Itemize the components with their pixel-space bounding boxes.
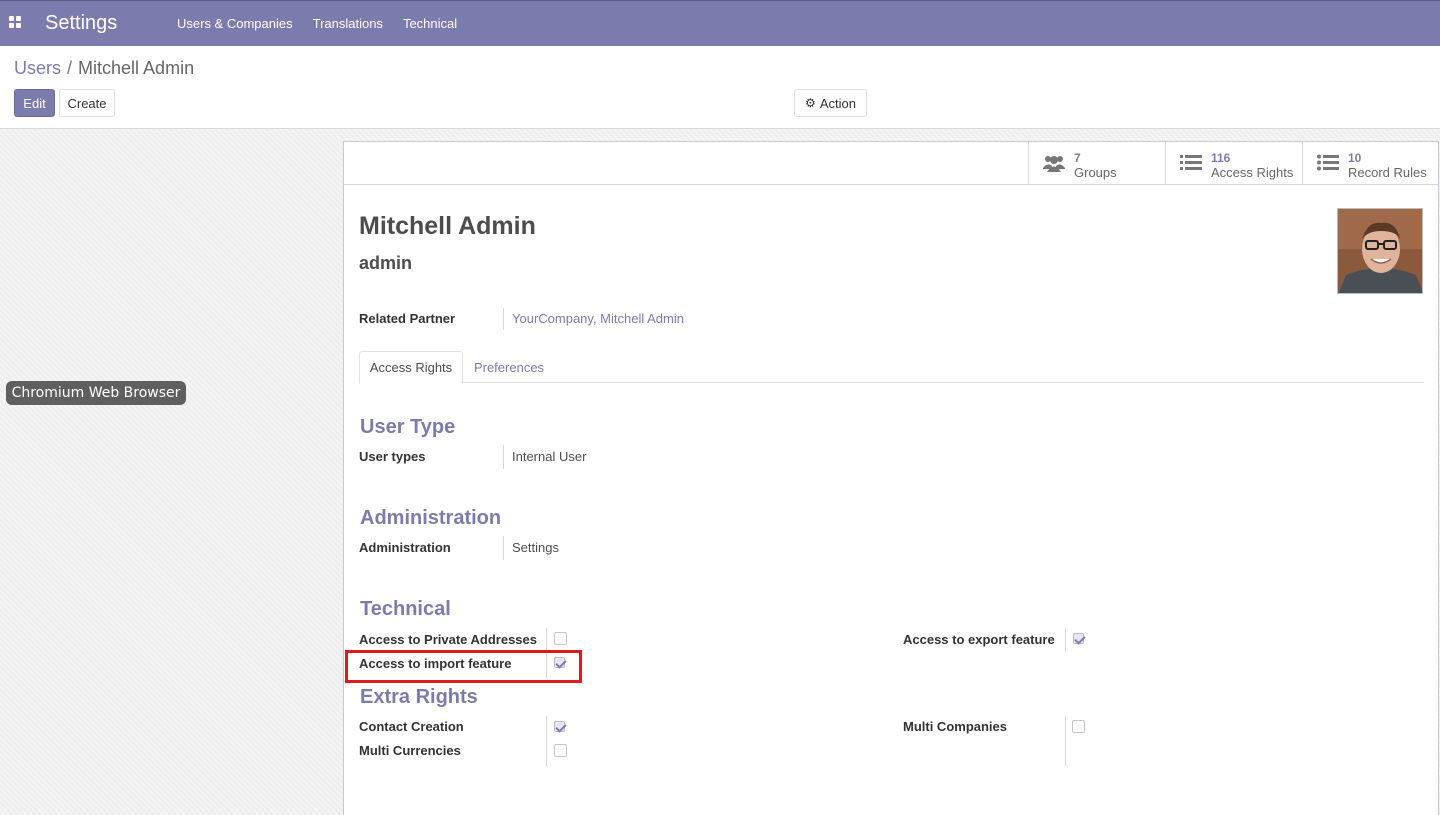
multi-companies-checkbox[interactable] [1072,720,1085,733]
related-partner-link[interactable]: YourCompany, Mitchell Admin [512,311,684,326]
form-sheet: 7 Groups 116 Access Rights 10 Record Rul… [343,141,1439,815]
user-types-value[interactable]: Internal User [512,449,586,464]
top-menu: Users & Companies Translations Technical [177,16,457,31]
apps-grid-icon[interactable] [9,16,21,28]
notebook-tabs: Access Rights Preferences [359,351,1424,384]
smart-button-box: 7 Groups 116 Access Rights 10 Record Rul… [344,142,1438,185]
action-button[interactable]: ⚙ Action [794,89,867,117]
tab-preferences[interactable]: Preferences [465,351,553,384]
create-button[interactable]: Create [59,89,115,117]
field-divider [1065,628,1066,652]
list-icon [1180,155,1202,170]
field-divider [503,445,504,469]
section-extra-rights: Extra Rights [360,686,478,708]
breadcrumb-current: Mitchell Admin [78,58,195,78]
groups-label: Groups [1074,165,1117,180]
administration-value[interactable]: Settings [512,540,559,555]
administration-label: Administration [359,540,451,555]
import-feature-label: Access to import feature [359,656,512,671]
field-divider [546,628,547,678]
access-rights-count: 116 [1211,151,1231,165]
top-navbar: Settings Users & Companies Translations … [0,0,1440,46]
field-divider [503,308,504,330]
user-types-label: User types [359,449,426,464]
section-administration: Administration [360,507,502,529]
groups-stat-button[interactable]: 7 Groups [1028,142,1165,185]
contact-creation-checkbox[interactable] [554,721,565,732]
access-rights-stat-button[interactable]: 116 Access Rights [1165,142,1302,185]
private-addresses-checkbox[interactable] [554,632,567,645]
export-feature-checkbox[interactable] [1073,633,1084,644]
menu-technical[interactable]: Technical [403,16,457,31]
menu-users-companies[interactable]: Users & Companies [177,16,293,31]
field-divider [503,536,504,560]
multi-companies-label: Multi Companies [903,719,1008,734]
tab-access-rights[interactable]: Access Rights [359,351,463,384]
user-login: admin [359,253,413,273]
users-icon [1043,156,1065,172]
private-addresses-label: Access to Private Addresses [359,632,538,647]
groups-count: 7 [1074,151,1081,165]
app-title: Settings [45,12,118,34]
gear-icon: ⚙ [805,96,816,110]
export-feature-label: Access to export feature [903,632,1055,647]
section-user-type: User Type [360,416,456,438]
user-name: Mitchell Admin [359,212,536,240]
breadcrumb-users[interactable]: Users [14,58,61,78]
avatar[interactable] [1337,208,1423,294]
browser-tooltip: Chromium Web Browser [6,381,186,405]
breadcrumb-separator: / [67,58,73,78]
multi-currencies-checkbox[interactable] [554,744,567,757]
record-rules-stat-button[interactable]: 10 Record Rules [1302,142,1439,185]
multi-currencies-label: Multi Currencies [359,743,461,758]
menu-translations[interactable]: Translations [313,16,383,31]
breadcrumb: Users / Mitchell Admin [14,58,194,79]
related-partner-label: Related Partner [359,311,456,326]
edit-button[interactable]: Edit [14,89,55,117]
user-photo [1338,209,1422,293]
record-rules-count: 10 [1348,151,1362,165]
list-bullets-icon [1317,154,1339,171]
field-divider [1065,716,1066,766]
import-feature-checkbox[interactable] [554,657,565,668]
action-label: Action [819,95,856,111]
contact-creation-label: Contact Creation [359,719,464,734]
section-technical: Technical [360,598,451,620]
record-rules-label: Record Rules [1348,165,1427,180]
field-divider [546,716,547,766]
control-panel: Users / Mitchell Admin Edit Create ⚙ Actio… [0,46,1440,129]
access-rights-label: Access Rights [1211,165,1294,180]
